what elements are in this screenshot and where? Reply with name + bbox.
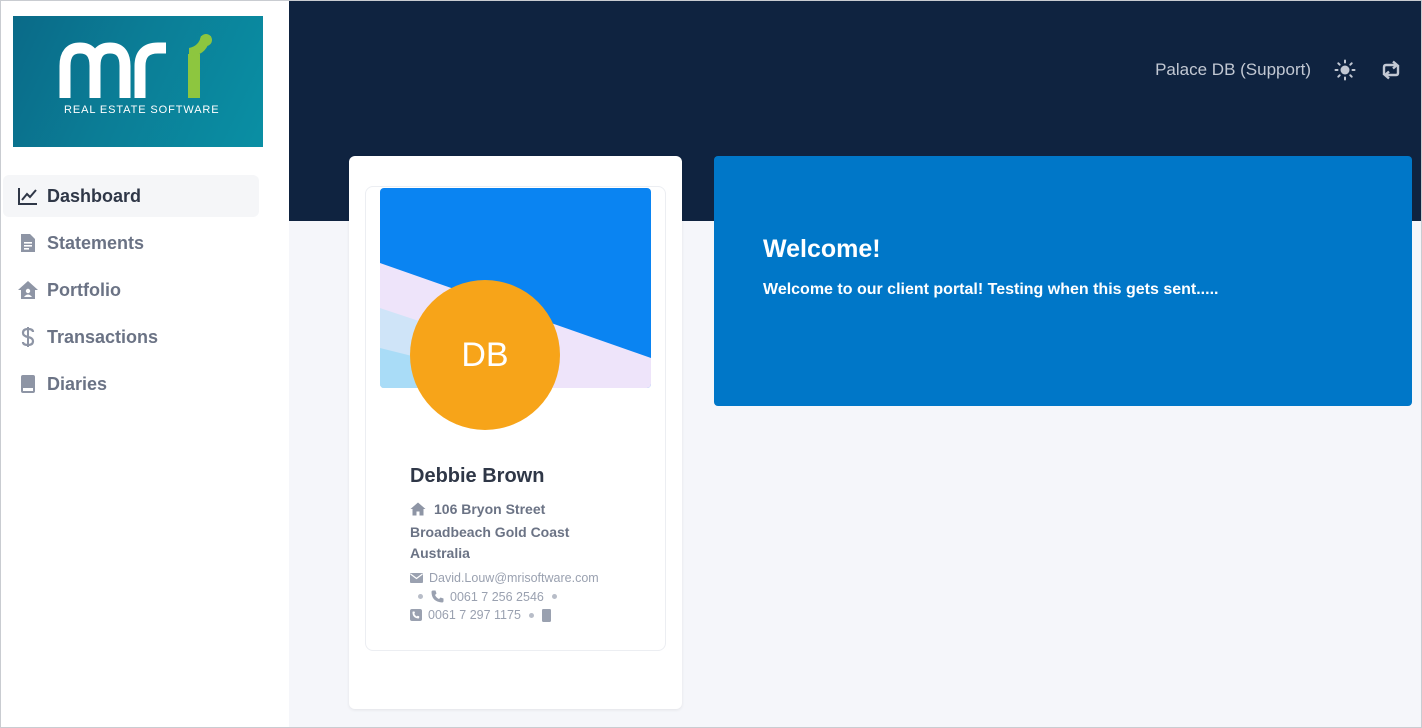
sidebar-item-label: Diaries <box>47 373 108 394</box>
profile-address: 106 Bryon Street Broadbeach Gold Coast A… <box>410 499 610 564</box>
envelope-icon <box>410 573 423 584</box>
chart-line-icon <box>17 185 39 207</box>
address-line-1: 106 Bryon Street <box>434 501 546 517</box>
mri-logo-mark <box>59 34 212 98</box>
welcome-panel: Welcome! Welcome to our client portal! T… <box>714 156 1412 406</box>
profile-card: DB Debbie Brown 106 Bryon Street Broadbe… <box>349 156 682 709</box>
profile-inner-card: DB Debbie Brown 106 Bryon Street Broadbe… <box>365 186 666 651</box>
avatar: DB <box>410 280 560 430</box>
fax-number[interactable]: 0061 7 297 1175 <box>428 606 521 625</box>
sidebar-nav: Dashboard Statements Portfolio Transacti… <box>3 175 259 410</box>
address-line-3: Australia <box>410 545 470 561</box>
profile-name: Debbie Brown <box>410 465 545 487</box>
dollar-icon <box>17 326 39 348</box>
sidebar-item-portfolio[interactable]: Portfolio <box>3 269 259 311</box>
sun-icon[interactable] <box>1333 58 1357 82</box>
email-link[interactable]: David.Louw@mrisoftware.com <box>429 569 599 588</box>
mri-logo[interactable]: REAL ESTATE SOFTWARE <box>13 16 263 147</box>
database-label[interactable]: Palace DB (Support) <box>1155 60 1311 80</box>
sidebar-item-diaries[interactable]: Diaries <box>3 363 259 405</box>
mobile-icon <box>541 608 551 622</box>
sidebar: REAL ESTATE SOFTWARE Dashboard Statement… <box>1 1 289 727</box>
welcome-title: Welcome! <box>763 235 881 263</box>
switch-icon[interactable] <box>1379 58 1403 82</box>
profile-contacts: David.Louw@mrisoftware.com 0061 7 256 25… <box>410 569 650 625</box>
home-icon <box>410 501 426 522</box>
fax-icon <box>410 609 422 622</box>
address-line-2: Broadbeach Gold Coast <box>410 524 570 540</box>
sidebar-item-label: Dashboard <box>47 185 142 206</box>
sidebar-item-transactions[interactable]: Transactions <box>3 316 259 358</box>
phone-number[interactable]: 0061 7 256 2546 <box>450 588 544 607</box>
logo-tagline: REAL ESTATE SOFTWARE <box>64 104 220 116</box>
sidebar-item-dashboard[interactable]: Dashboard <box>3 175 259 217</box>
sidebar-item-label: Portfolio <box>47 279 121 300</box>
sidebar-item-statements[interactable]: Statements <box>3 222 259 264</box>
home-icon <box>17 279 39 301</box>
separator-dot <box>551 594 557 600</box>
welcome-message: Welcome to our client portal! Testing wh… <box>763 281 1219 298</box>
separator-dot <box>528 612 534 618</box>
app-window: REAL ESTATE SOFTWARE Dashboard Statement… <box>0 0 1422 728</box>
document-icon <box>17 232 39 254</box>
phone-icon <box>431 590 444 603</box>
header-actions: Palace DB (Support) <box>1155 57 1403 83</box>
sidebar-item-label: Statements <box>47 232 145 253</box>
book-icon <box>17 373 39 395</box>
separator-dot <box>418 594 423 600</box>
sidebar-item-label: Transactions <box>47 326 159 347</box>
